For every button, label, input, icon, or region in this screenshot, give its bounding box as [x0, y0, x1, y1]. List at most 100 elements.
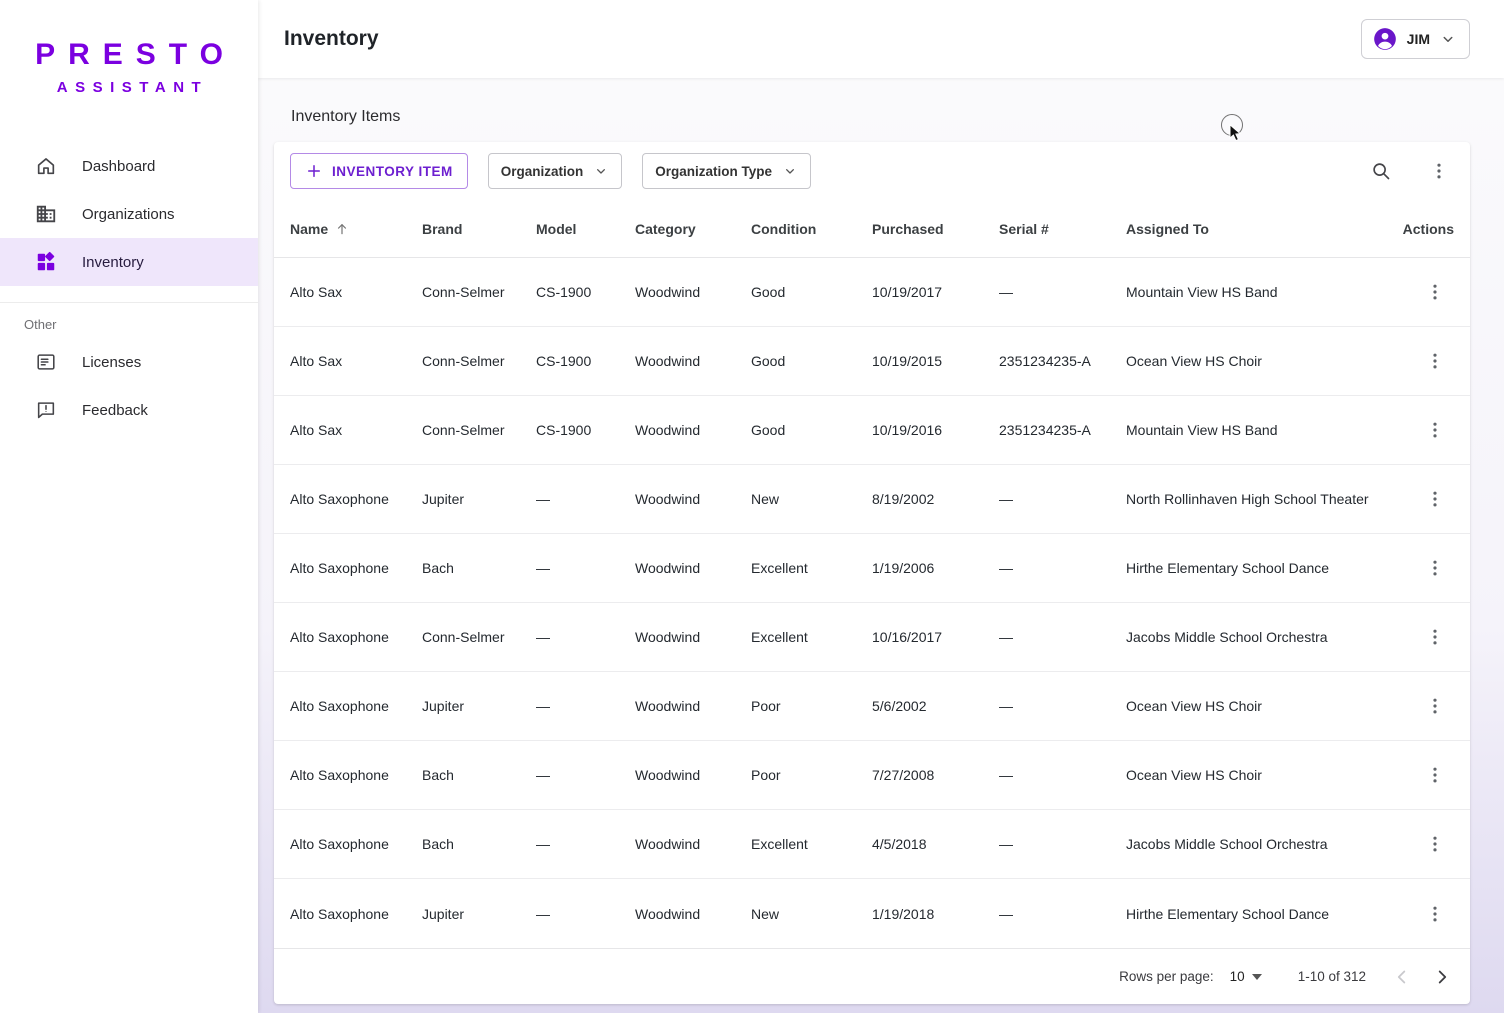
brand-name-line1: PRESTO [13, 38, 258, 72]
cell-condition: New [751, 491, 872, 507]
cell-name: Alto Sax [290, 422, 422, 438]
organization-type-filter-dropdown[interactable]: Organization Type [642, 153, 811, 189]
page-title: Inventory [284, 27, 379, 51]
table-row: Alto SaxConn-SelmerCS-1900WoodwindGood10… [274, 396, 1470, 465]
pagination-bar: Rows per page: 10 1-10 of 312 [274, 948, 1470, 1004]
cell-name: Alto Saxophone [290, 836, 422, 852]
table-row: Alto SaxophoneBach—WoodwindExcellent4/5/… [274, 810, 1470, 879]
app-root: PRESTO ASSISTANT Dashboard Organizations [0, 0, 1504, 1013]
row-actions-button[interactable] [1416, 273, 1454, 311]
cell-name: Alto Saxophone [290, 698, 422, 714]
cell-category: Woodwind [635, 284, 751, 300]
sidebar-item-dashboard[interactable]: Dashboard [0, 142, 258, 190]
column-header-name[interactable]: Name [290, 221, 422, 237]
cell-serial: — [999, 906, 1126, 922]
cell-assigned-to: Ocean View HS Choir [1126, 353, 1390, 369]
cell-brand: Jupiter [422, 698, 536, 714]
row-actions-button[interactable] [1416, 549, 1454, 587]
kebab-menu-icon [1425, 765, 1445, 785]
cell-model: — [536, 698, 635, 714]
organization-filter-dropdown[interactable]: Organization [488, 153, 623, 189]
rows-per-page-select[interactable]: 10 [1228, 965, 1264, 988]
kebab-menu-icon [1425, 627, 1445, 647]
cell-name: Alto Saxophone [290, 767, 422, 783]
cell-name: Alto Saxophone [290, 491, 422, 507]
cell-model: CS-1900 [536, 353, 635, 369]
kebab-menu-icon [1425, 351, 1445, 371]
cell-condition: Excellent [751, 560, 872, 576]
cell-actions [1390, 273, 1454, 311]
chevron-down-icon [1439, 30, 1457, 48]
column-header-category[interactable]: Category [635, 221, 751, 237]
search-button[interactable] [1362, 152, 1400, 190]
row-actions-button[interactable] [1416, 480, 1454, 518]
cell-actions [1390, 895, 1454, 933]
next-page-button[interactable] [1422, 957, 1462, 997]
chevron-down-icon [782, 163, 798, 179]
cell-brand: Jupiter [422, 491, 536, 507]
sidebar-item-organizations[interactable]: Organizations [0, 190, 258, 238]
sidebar-item-label: Organizations [82, 206, 175, 223]
column-header-brand[interactable]: Brand [422, 221, 536, 237]
cell-purchased: 10/16/2017 [872, 629, 999, 645]
section-title: Inventory Items [291, 108, 1470, 126]
table-row: Alto SaxConn-SelmerCS-1900WoodwindGood10… [274, 258, 1470, 327]
row-actions-button[interactable] [1416, 895, 1454, 933]
cell-brand: Bach [422, 560, 536, 576]
cell-category: Woodwind [635, 353, 751, 369]
cell-assigned-to: North Rollinhaven High School Theater [1126, 491, 1390, 507]
column-header-model[interactable]: Model [536, 221, 635, 237]
row-actions-button[interactable] [1416, 825, 1454, 863]
cell-serial: — [999, 629, 1126, 645]
sort-ascending-icon [334, 221, 350, 237]
column-header-serial[interactable]: Serial # [999, 221, 1126, 237]
column-header-assigned-to[interactable]: Assigned To [1126, 221, 1390, 237]
home-icon [34, 154, 58, 178]
cell-model: CS-1900 [536, 422, 635, 438]
widgets-icon [34, 250, 58, 274]
organization-type-filter-label: Organization Type [655, 164, 772, 179]
kebab-menu-icon [1425, 696, 1445, 716]
pagination-range: 1-10 of 312 [1298, 969, 1366, 984]
column-header-condition[interactable]: Condition [751, 221, 872, 237]
row-actions-button[interactable] [1416, 687, 1454, 725]
user-name: JIM [1407, 31, 1430, 47]
main-area: Inventory JIM Inventory Items [258, 0, 1504, 1013]
cell-assigned-to: Mountain View HS Band [1126, 422, 1390, 438]
row-actions-button[interactable] [1416, 411, 1454, 449]
sidebar-item-inventory[interactable]: Inventory [0, 238, 258, 286]
chevron-right-icon [1431, 966, 1453, 988]
cell-condition: Good [751, 422, 872, 438]
sidebar-item-licenses[interactable]: Licenses [0, 338, 258, 386]
sidebar-item-feedback[interactable]: Feedback [0, 386, 258, 434]
table-row: Alto SaxophoneBach—WoodwindPoor7/27/2008… [274, 741, 1470, 810]
search-icon [1370, 160, 1392, 182]
row-actions-button[interactable] [1416, 342, 1454, 380]
cell-brand: Conn-Selmer [422, 422, 536, 438]
add-inventory-item-button[interactable]: INVENTORY ITEM [290, 153, 468, 189]
cell-serial: — [999, 560, 1126, 576]
row-actions-button[interactable] [1416, 756, 1454, 794]
row-actions-button[interactable] [1416, 618, 1454, 656]
cell-brand: Bach [422, 836, 536, 852]
cell-model: — [536, 629, 635, 645]
cell-category: Woodwind [635, 560, 751, 576]
add-inventory-item-label: INVENTORY ITEM [332, 164, 453, 179]
rows-per-page-label: Rows per page: [1119, 969, 1214, 984]
previous-page-button[interactable] [1382, 957, 1422, 997]
cell-condition: Good [751, 353, 872, 369]
cell-serial: — [999, 767, 1126, 783]
cell-category: Woodwind [635, 767, 751, 783]
cell-category: Woodwind [635, 906, 751, 922]
sidebar-item-label: Feedback [82, 402, 148, 419]
caret-down-icon [1252, 974, 1262, 980]
brand-logo: PRESTO ASSISTANT [0, 0, 258, 142]
kebab-menu-icon [1429, 161, 1449, 181]
inventory-card: INVENTORY ITEM Organization Organization… [274, 142, 1470, 1004]
column-header-purchased[interactable]: Purchased [872, 221, 999, 237]
table-row: Alto SaxophoneJupiter—WoodwindNew1/19/20… [274, 879, 1470, 948]
toolbar-more-button[interactable] [1420, 152, 1458, 190]
user-menu-button[interactable]: JIM [1361, 19, 1470, 59]
cell-condition: Poor [751, 767, 872, 783]
brand-name-line2: ASSISTANT [7, 79, 258, 96]
